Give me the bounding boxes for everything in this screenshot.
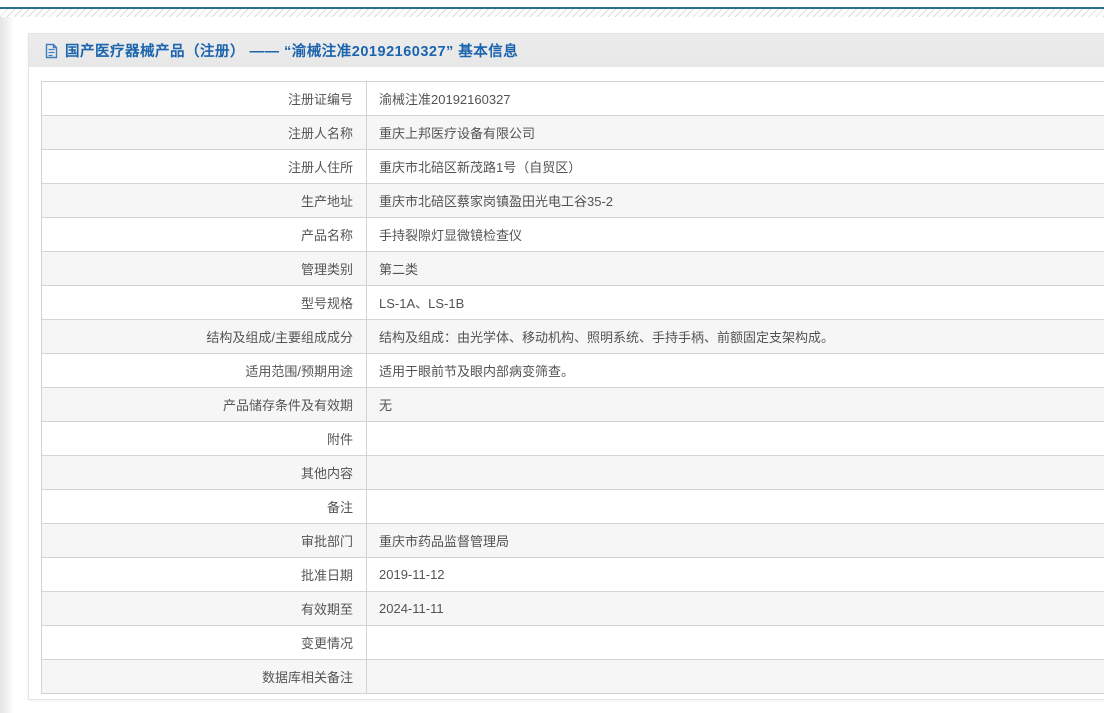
- table-row: 产品储存条件及有效期 无: [41, 387, 1104, 422]
- row-label: 注册人名称: [41, 115, 367, 150]
- row-value: 适用于眼前节及眼内部病变筛查。: [366, 353, 1104, 388]
- table-row: 有效期至 2024-11-11: [41, 591, 1104, 626]
- table-row: 注册证编号 渝械注准20192160327: [41, 81, 1104, 116]
- row-value: 重庆市北碚区新茂路1号（自贸区）: [366, 149, 1104, 184]
- table-row: 型号规格 LS-1A、LS-1B: [41, 285, 1104, 320]
- row-label: 有效期至: [41, 591, 367, 626]
- row-label: 产品名称: [41, 217, 367, 252]
- table-row: 附件: [41, 421, 1104, 456]
- row-value: 渝械注准20192160327: [366, 81, 1104, 116]
- table-row: 注册人住所 重庆市北碚区新茂路1号（自贸区）: [41, 149, 1104, 184]
- row-label: 适用范围/预期用途: [41, 353, 367, 388]
- row-label: 产品储存条件及有效期: [41, 387, 367, 422]
- row-value: 重庆市药品监督管理局: [366, 523, 1104, 558]
- table-row: 数据库相关备注: [41, 659, 1104, 694]
- row-label: 生产地址: [41, 183, 367, 218]
- row-label: 其他内容: [41, 455, 367, 490]
- document-icon: [44, 43, 59, 59]
- row-value: [366, 455, 1104, 490]
- row-value: [366, 421, 1104, 456]
- row-value: 无: [366, 387, 1104, 422]
- row-value: 第二类: [366, 251, 1104, 286]
- row-label: 变更情况: [41, 625, 367, 660]
- row-label: 审批部门: [41, 523, 367, 558]
- row-label: 注册人住所: [41, 149, 367, 184]
- row-label: 结构及组成/主要组成成分: [41, 319, 367, 354]
- registration-info-panel: 国产医疗器械产品（注册） —— “渝械注准20192160327” 基本信息 注…: [28, 33, 1104, 700]
- table-row: 管理类别 第二类: [41, 251, 1104, 286]
- table-row: 生产地址 重庆市北碚区蔡家岗镇盈田光电工谷35-2: [41, 183, 1104, 218]
- table-row: 结构及组成/主要组成成分 结构及组成：由光学体、移动机构、照明系统、手持手柄、前…: [41, 319, 1104, 354]
- row-value: [366, 659, 1104, 694]
- registration-info-table: 注册证编号 渝械注准20192160327 注册人名称 重庆上邦医疗设备有限公司…: [41, 81, 1104, 694]
- row-value: 重庆市北碚区蔡家岗镇盈田光电工谷35-2: [366, 183, 1104, 218]
- row-label: 注册证编号: [41, 81, 367, 116]
- table-row: 适用范围/预期用途 适用于眼前节及眼内部病变筛查。: [41, 353, 1104, 388]
- row-label: 批准日期: [41, 557, 367, 592]
- row-value: 重庆上邦医疗设备有限公司: [366, 115, 1104, 150]
- row-label: 附件: [41, 421, 367, 456]
- row-value: 2019-11-12: [366, 557, 1104, 592]
- table-row: 审批部门 重庆市药品监督管理局: [41, 523, 1104, 558]
- row-value: 手持裂隙灯显微镜检查仪: [366, 217, 1104, 252]
- table-row: 其他内容: [41, 455, 1104, 490]
- page-title: 国产医疗器械产品（注册） —— “渝械注准20192160327” 基本信息: [65, 44, 519, 60]
- row-label: 数据库相关备注: [41, 659, 367, 694]
- row-value: 结构及组成：由光学体、移动机构、照明系统、手持手柄、前额固定支架构成。: [366, 319, 1104, 354]
- row-value: [366, 489, 1104, 524]
- page-left-shadow: [0, 17, 14, 713]
- table-row: 批准日期 2019-11-12: [41, 557, 1104, 592]
- table-row: 变更情况: [41, 625, 1104, 660]
- row-label: 型号规格: [41, 285, 367, 320]
- row-label: 管理类别: [41, 251, 367, 286]
- hatch-pattern-strip: [0, 9, 1104, 17]
- panel-header: 国产医疗器械产品（注册） —— “渝械注准20192160327” 基本信息: [29, 34, 1104, 67]
- row-value: [366, 625, 1104, 660]
- row-label: 备注: [41, 489, 367, 524]
- table-row: 产品名称 手持裂隙灯显微镜检查仪: [41, 217, 1104, 252]
- table-row: 备注: [41, 489, 1104, 524]
- row-value: LS-1A、LS-1B: [366, 285, 1104, 320]
- table-row: 注册人名称 重庆上邦医疗设备有限公司: [41, 115, 1104, 150]
- row-value: 2024-11-11: [366, 591, 1104, 626]
